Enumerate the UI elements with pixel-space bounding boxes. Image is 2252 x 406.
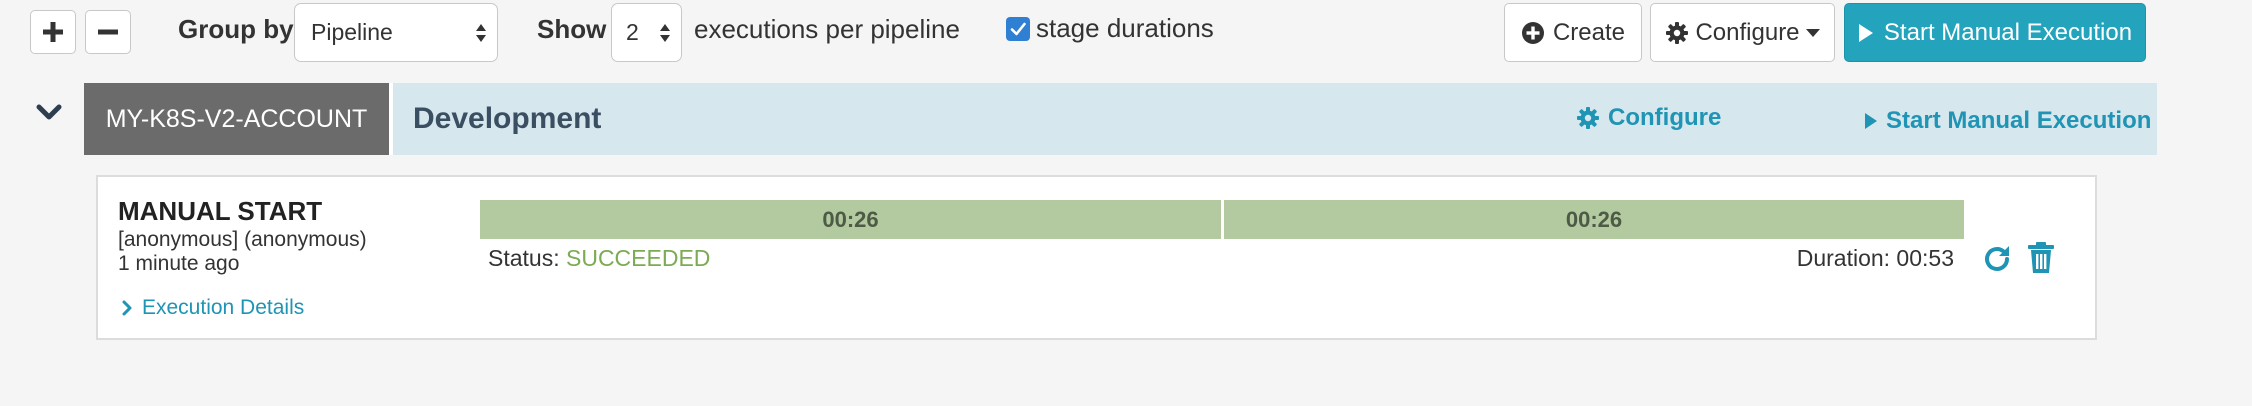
stage-bar[interactable]: 00:26 [1224,200,1964,239]
pipeline-group-header [84,83,2157,155]
gear-icon [1666,21,1689,44]
pipeline-configure-label: Configure [1608,104,1722,131]
minus-icon [98,29,118,35]
execution-details-label: Execution Details [142,296,305,319]
select-arrows-icon [660,23,670,42]
create-label: Create [1552,18,1626,46]
stage-bar[interactable]: 00:26 [480,200,1221,239]
account-tag: MY-K8S-V2-ACCOUNT [84,83,393,155]
execution-status: Status: SUCCEEDED [488,245,710,272]
gear-icon [1577,107,1599,129]
delete-button[interactable] [2026,241,2056,280]
plus-circle-icon [1521,21,1544,44]
trigger-title: MANUAL START [118,196,323,226]
stage-durations-label: stage durations [1036,13,1214,43]
pipeline-start-manual-execution-link[interactable]: Start Manual Execution [1864,107,2151,135]
collapse-all-button[interactable] [85,10,131,54]
play-icon [1865,113,1877,129]
show-label: Show [537,14,607,44]
rerun-button[interactable] [1981,243,2013,280]
refresh-icon [1985,246,2009,271]
expand-all-button[interactable] [30,10,76,54]
executions-per-pipeline-label: executions per pipeline [694,14,960,44]
caret-down-icon [1805,28,1820,37]
chevron-down-icon [36,104,62,120]
start-manual-execution-button[interactable]: Start Manual Execution [1844,3,2146,62]
execution-duration: Duration: 00:53 [1796,245,1954,271]
show-count-select[interactable]: 2 [611,3,682,62]
plus-icon [43,22,63,42]
trigger-user: [anonymous] (anonymous) [118,228,367,251]
configure-button[interactable]: Configure [1650,3,1835,62]
collapse-group-toggle[interactable] [36,104,62,127]
chevron-right-icon [122,300,132,316]
group-by-select[interactable]: Pipeline [294,3,498,62]
pipeline-start-manual-execution-label: Start Manual Execution [1886,107,2152,134]
pipeline-configure-link[interactable]: Configure [1576,104,1721,132]
select-arrows-icon [476,23,486,42]
status-value: SUCCEEDED [566,245,711,271]
status-label: Status: [488,245,560,271]
execution-details-link[interactable]: Execution Details [122,296,304,320]
group-by-label: Group by [178,14,294,44]
execution-time-ago: 1 minute ago [118,252,240,275]
checkmark-icon [1010,22,1026,36]
group-by-value: Pipeline [311,19,393,45]
trash-icon [2028,242,2054,273]
start-manual-execution-label: Start Manual Execution [1883,18,2133,46]
configure-label: Configure [1695,18,1800,46]
create-button[interactable]: Create [1504,3,1642,62]
pipeline-name[interactable]: Development [413,102,601,136]
show-count-value: 2 [626,19,639,45]
play-icon [1858,23,1873,42]
stage-durations-checkbox[interactable] [1006,17,1030,41]
